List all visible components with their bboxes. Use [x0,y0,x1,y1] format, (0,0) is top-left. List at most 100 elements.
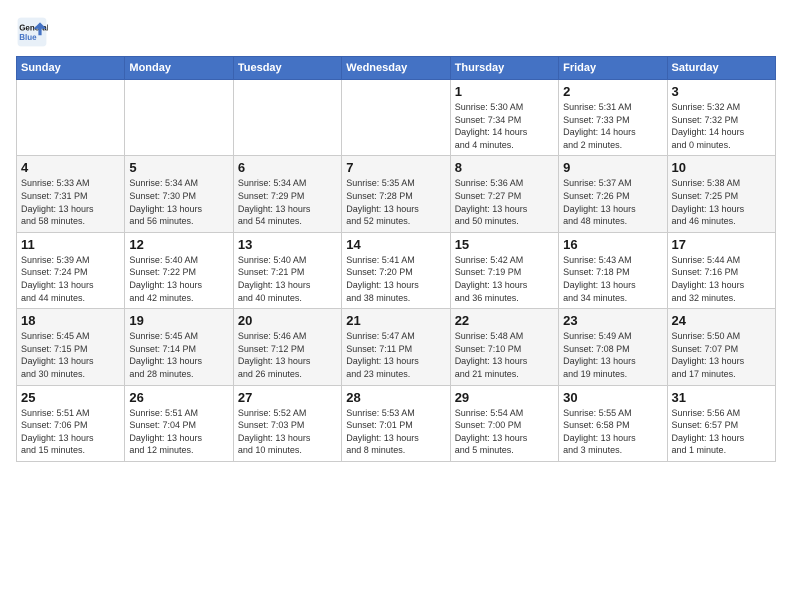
day-number: 15 [455,237,554,252]
calendar-table: SundayMondayTuesdayWednesdayThursdayFrid… [16,56,776,462]
calendar-cell [342,80,450,156]
day-info: Sunrise: 5:41 AMSunset: 7:20 PMDaylight:… [346,254,445,304]
day-info: Sunrise: 5:52 AMSunset: 7:03 PMDaylight:… [238,407,337,457]
calendar-cell: 5Sunrise: 5:34 AMSunset: 7:30 PMDaylight… [125,156,233,232]
calendar-cell: 1 Sunrise: 5:30 AMSunset: 7:34 PMDaylight… [450,80,558,156]
day-number: 4 [21,160,120,175]
header: General Blue [16,16,776,48]
day-number: 31 [672,390,771,405]
day-number: 29 [455,390,554,405]
calendar-cell: 2 Sunrise: 5:31 AMSunset: 7:33 PMDaylight… [559,80,667,156]
dow-header: Wednesday [342,57,450,80]
day-number: 8 [455,160,554,175]
day-info: Sunrise: 5:30 AMSunset: 7:34 PMDaylight:… [455,101,554,151]
calendar-cell: 31 Sunrise: 5:56 AMSunset: 6:57 PMDayligh… [667,385,775,461]
logo: General Blue [16,16,52,48]
calendar-cell: 30 Sunrise: 5:55 AMSunset: 6:58 PMDayligh… [559,385,667,461]
day-info: Sunrise: 5:34 AMSunset: 7:29 PMDaylight:… [238,177,337,227]
calendar-week: 18 Sunrise: 5:45 AMSunset: 7:15 PMDayligh… [17,309,776,385]
calendar-week: 25 Sunrise: 5:51 AMSunset: 7:06 PMDayligh… [17,385,776,461]
day-info: Sunrise: 5:53 AMSunset: 7:01 PMDaylight:… [346,407,445,457]
calendar-cell: 25 Sunrise: 5:51 AMSunset: 7:06 PMDayligh… [17,385,125,461]
day-info: Sunrise: 5:49 AMSunset: 7:08 PMDaylight:… [563,330,662,380]
day-number: 14 [346,237,445,252]
calendar-cell: 8 Sunrise: 5:36 AMSunset: 7:27 PMDaylight… [450,156,558,232]
calendar-cell: 26 Sunrise: 5:51 AMSunset: 7:04 PMDayligh… [125,385,233,461]
calendar-cell: 4Sunrise: 5:33 AMSunset: 7:31 PMDaylight… [17,156,125,232]
svg-text:Blue: Blue [19,33,37,42]
calendar-cell: 11Sunrise: 5:39 AMSunset: 7:24 PMDayligh… [17,232,125,308]
calendar-cell: 7Sunrise: 5:35 AMSunset: 7:28 PMDaylight… [342,156,450,232]
day-number: 22 [455,313,554,328]
day-number: 23 [563,313,662,328]
calendar-cell: 6 Sunrise: 5:34 AMSunset: 7:29 PMDaylight… [233,156,341,232]
dow-header: Thursday [450,57,558,80]
calendar-cell: 13 Sunrise: 5:40 AMSunset: 7:21 PMDayligh… [233,232,341,308]
dow-header: Tuesday [233,57,341,80]
day-info: Sunrise: 5:31 AMSunset: 7:33 PMDaylight:… [563,101,662,151]
day-number: 19 [129,313,228,328]
day-info: Sunrise: 5:51 AMSunset: 7:04 PMDaylight:… [129,407,228,457]
day-number: 30 [563,390,662,405]
day-number: 6 [238,160,337,175]
day-info: Sunrise: 5:51 AMSunset: 7:06 PMDaylight:… [21,407,120,457]
day-info: Sunrise: 5:35 AMSunset: 7:28 PMDaylight:… [346,177,445,227]
day-number: 3 [672,84,771,99]
day-number: 12 [129,237,228,252]
day-number: 26 [129,390,228,405]
day-number: 21 [346,313,445,328]
calendar-cell: 21 Sunrise: 5:47 AMSunset: 7:11 PMDayligh… [342,309,450,385]
day-number: 18 [21,313,120,328]
day-info: Sunrise: 5:48 AMSunset: 7:10 PMDaylight:… [455,330,554,380]
calendar-body: 1 Sunrise: 5:30 AMSunset: 7:34 PMDaylight… [17,80,776,462]
calendar-week: 4Sunrise: 5:33 AMSunset: 7:31 PMDaylight… [17,156,776,232]
day-info: Sunrise: 5:46 AMSunset: 7:12 PMDaylight:… [238,330,337,380]
calendar-cell: 17Sunrise: 5:44 AMSunset: 7:16 PMDayligh… [667,232,775,308]
calendar-cell: 27 Sunrise: 5:52 AMSunset: 7:03 PMDayligh… [233,385,341,461]
day-info: Sunrise: 5:54 AMSunset: 7:00 PMDaylight:… [455,407,554,457]
calendar-cell: 12Sunrise: 5:40 AMSunset: 7:22 PMDayligh… [125,232,233,308]
calendar-cell: 22 Sunrise: 5:48 AMSunset: 7:10 PMDayligh… [450,309,558,385]
day-number: 20 [238,313,337,328]
day-info: Sunrise: 5:39 AMSunset: 7:24 PMDaylight:… [21,254,120,304]
day-info: Sunrise: 5:36 AMSunset: 7:27 PMDaylight:… [455,177,554,227]
calendar-week: 11Sunrise: 5:39 AMSunset: 7:24 PMDayligh… [17,232,776,308]
day-number: 10 [672,160,771,175]
day-info: Sunrise: 5:44 AMSunset: 7:16 PMDaylight:… [672,254,771,304]
day-number: 25 [21,390,120,405]
calendar-cell: 14 Sunrise: 5:41 AMSunset: 7:20 PMDayligh… [342,232,450,308]
dow-header: Friday [559,57,667,80]
day-number: 28 [346,390,445,405]
day-number: 1 [455,84,554,99]
day-info: Sunrise: 5:45 AMSunset: 7:14 PMDaylight:… [129,330,228,380]
day-number: 13 [238,237,337,252]
day-info: Sunrise: 5:40 AMSunset: 7:21 PMDaylight:… [238,254,337,304]
calendar-cell: 9 Sunrise: 5:37 AMSunset: 7:26 PMDaylight… [559,156,667,232]
calendar-cell [233,80,341,156]
day-number: 5 [129,160,228,175]
calendar-cell: 20 Sunrise: 5:46 AMSunset: 7:12 PMDayligh… [233,309,341,385]
day-number: 24 [672,313,771,328]
calendar-cell: 29 Sunrise: 5:54 AMSunset: 7:00 PMDayligh… [450,385,558,461]
dow-header: Monday [125,57,233,80]
day-number: 2 [563,84,662,99]
day-info: Sunrise: 5:42 AMSunset: 7:19 PMDaylight:… [455,254,554,304]
calendar-cell: 10Sunrise: 5:38 AMSunset: 7:25 PMDayligh… [667,156,775,232]
day-info: Sunrise: 5:32 AMSunset: 7:32 PMDaylight:… [672,101,771,151]
day-number: 16 [563,237,662,252]
calendar-cell: 16Sunrise: 5:43 AMSunset: 7:18 PMDayligh… [559,232,667,308]
day-info: Sunrise: 5:45 AMSunset: 7:15 PMDaylight:… [21,330,120,380]
calendar-cell [125,80,233,156]
day-info: Sunrise: 5:55 AMSunset: 6:58 PMDaylight:… [563,407,662,457]
calendar-cell: 19 Sunrise: 5:45 AMSunset: 7:14 PMDayligh… [125,309,233,385]
day-info: Sunrise: 5:47 AMSunset: 7:11 PMDaylight:… [346,330,445,380]
day-info: Sunrise: 5:37 AMSunset: 7:26 PMDaylight:… [563,177,662,227]
day-info: Sunrise: 5:56 AMSunset: 6:57 PMDaylight:… [672,407,771,457]
day-number: 27 [238,390,337,405]
calendar-cell: 3 Sunrise: 5:32 AMSunset: 7:32 PMDaylight… [667,80,775,156]
day-number: 9 [563,160,662,175]
dow-header: Sunday [17,57,125,80]
dow-header: Saturday [667,57,775,80]
day-info: Sunrise: 5:50 AMSunset: 7:07 PMDaylight:… [672,330,771,380]
calendar-cell: 15 Sunrise: 5:42 AMSunset: 7:19 PMDayligh… [450,232,558,308]
